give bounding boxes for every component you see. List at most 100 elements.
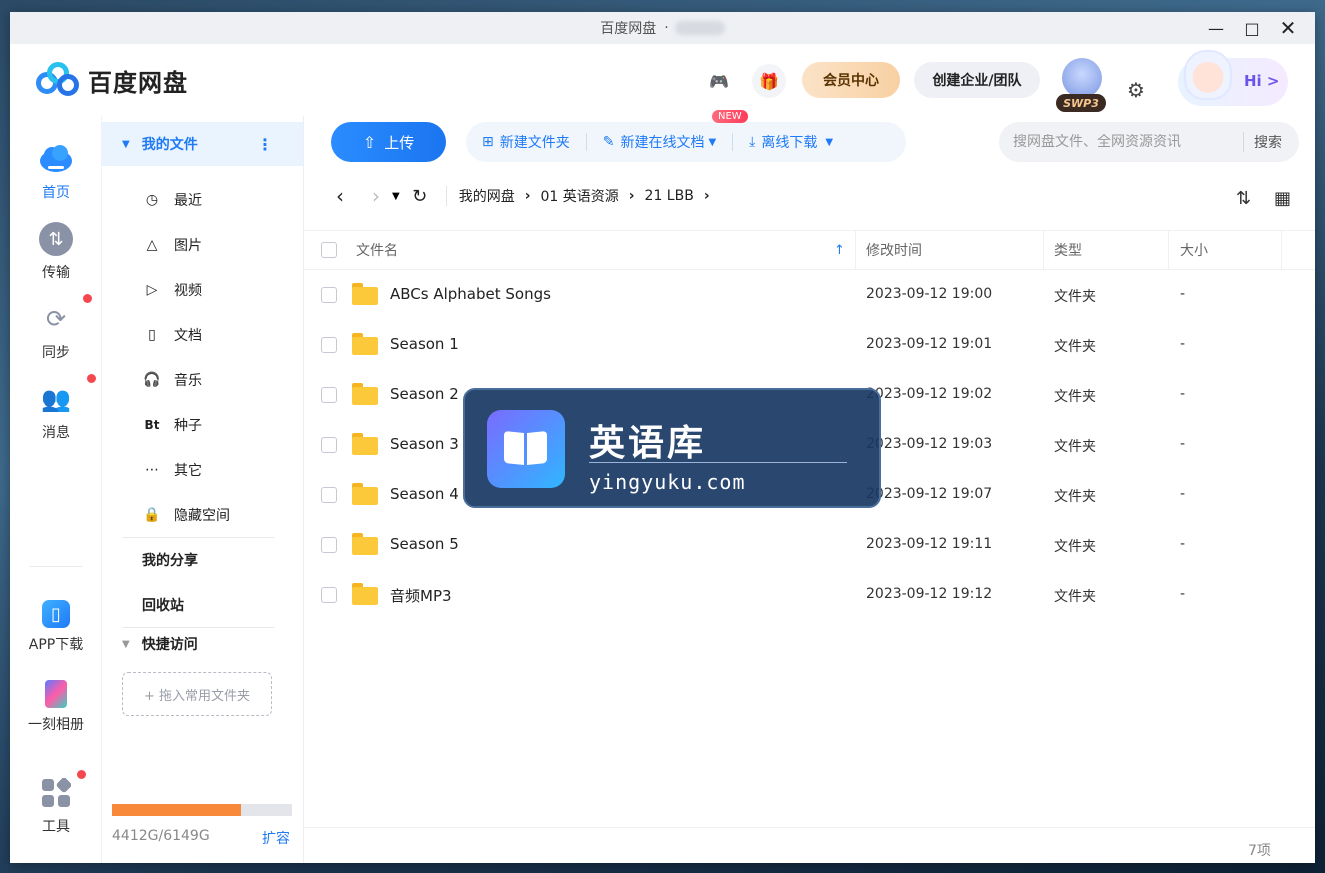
column-name[interactable]: 文件名 [356,231,398,269]
row-checkbox[interactable] [321,437,337,453]
quick-access-header[interactable]: ▼ 快捷访问 [122,634,198,654]
back-arrow-icon[interactable]: ‹ [326,184,354,208]
nav-item-recent[interactable]: ◷ 最近 [142,177,202,222]
chevron-right-icon: › [703,188,710,204]
more-icon: ⋯ [145,461,159,478]
row-checkbox[interactable] [321,587,337,603]
nav-item-documents[interactable]: ▯ 文档 [142,312,202,357]
window-title: 百度网盘 [600,21,657,37]
expand-storage-link[interactable]: 扩容 [262,828,290,848]
rail-label-app-download: APP下载 [28,637,84,653]
watermark-divider [589,462,847,463]
rail-item-app-download[interactable]: ▯ APP下载 [10,600,102,654]
file-name[interactable]: 音频MP3 [390,585,452,606]
table-row[interactable]: 音频MP3 2023-09-12 19:12 文件夹 - [304,570,1315,620]
nav-item-other[interactable]: ⋯ 其它 [142,447,202,492]
hi-assistant-button[interactable]: Hi > [1178,50,1288,106]
rail-item-message[interactable]: 👥 消息 [10,374,102,442]
rail-item-transfer[interactable]: ⇅ 传输 [10,222,102,282]
history-dropdown-icon[interactable]: ▼ [392,191,400,202]
nav-item-hidden-space[interactable]: 🔒 隐藏空间 [142,492,230,537]
search-input[interactable] [1013,134,1243,150]
rail-item-sync[interactable]: ⟳ 同步 [10,294,102,362]
rail-item-album[interactable]: 一刻相册 [10,680,102,734]
file-name[interactable]: Season 1 [390,335,459,353]
search-divider [1243,132,1244,152]
rail-item-tools[interactable]: 工具 [10,770,102,836]
file-name[interactable]: ABCs Alphabet Songs [390,285,551,303]
row-checkbox[interactable] [321,337,337,353]
avatar[interactable] [1062,58,1102,98]
nav-item-label: 隐藏空间 [174,507,230,524]
chevron-right-icon: › [628,188,635,204]
select-all-checkbox[interactable] [321,231,337,269]
rail-label-home: 首页 [42,185,70,201]
row-checkbox[interactable] [321,287,337,303]
logo[interactable]: 百度网盘 [36,62,188,98]
sort-asc-icon[interactable]: ↑ [834,231,845,269]
grid-view-icon[interactable]: ▦ [1274,188,1291,209]
breadcrumb-item[interactable]: 01 英语资源 [540,186,618,206]
new-online-doc-button[interactable]: ✎ 新建在线文档 ▼ [587,122,732,162]
breadcrumb-item[interactable]: 21 LBB [645,188,694,204]
notification-dot [87,374,96,383]
row-checkbox[interactable] [321,387,337,403]
caret-down-icon: ▼ [708,136,717,148]
rail-item-home[interactable]: 首页 [10,142,102,202]
file-size: - [1180,386,1186,402]
nav-recycle-bin[interactable]: 回收站 [142,582,184,627]
torrent-icon: Bt [144,417,160,432]
table-row[interactable]: ABCs Alphabet Songs 2023-09-12 19:00 文件夹 - [304,270,1315,320]
toolbar: ⊞ 新建文件夹 ✎ 新建在线文档 ▼ ⤓ 离线下载 ▼ [466,122,906,162]
search-button[interactable]: 搜索 [1254,132,1282,152]
nav-item-torrents[interactable]: Bt 种子 [142,402,202,447]
column-size[interactable]: 大小 [1180,231,1208,269]
column-divider [855,231,856,269]
create-enterprise-button[interactable]: 创建企业/团队 [914,62,1040,98]
play-icon: ▷ [146,281,158,298]
nav-item-images[interactable]: △ 图片 [142,222,202,267]
file-type: 文件夹 [1054,339,1096,355]
game-icon[interactable]: 🎮 [702,64,736,98]
file-size: - [1180,336,1186,352]
table-row[interactable]: Season 5 2023-09-12 19:11 文件夹 - [304,520,1315,570]
sort-icon[interactable]: ⇅ [1236,188,1251,209]
search-box: 搜索 [999,122,1299,162]
file-name[interactable]: Season 2 [390,385,459,403]
nav-item-music[interactable]: 🎧 音乐 [142,357,202,402]
breadcrumb-item[interactable]: 我的网盘 [459,186,515,206]
minimize-button[interactable]: — [1198,12,1234,44]
file-name[interactable]: Season 5 [390,535,459,553]
rail-label-message: 消息 [42,425,70,441]
vip-center-button[interactable]: 会员中心 [802,62,900,98]
file-name[interactable]: Season 4 [390,485,459,503]
nav-my-share[interactable]: 我的分享 [142,537,198,582]
new-folder-button[interactable]: ⊞ 新建文件夹 [466,122,586,162]
album-icon [45,680,67,708]
folder-icon [352,383,378,405]
offline-download-label: 离线下载 [761,135,818,151]
gift-icon[interactable]: 🎁 [752,64,786,98]
row-checkbox[interactable] [321,487,337,503]
close-button[interactable]: ✕ [1270,12,1306,44]
new-folder-label: 新建文件夹 [499,135,570,151]
maximize-button[interactable]: □ [1234,12,1270,44]
gear-icon[interactable]: ⚙ [1124,78,1148,102]
column-type[interactable]: 类型 [1054,231,1082,269]
refresh-icon[interactable]: ↻ [406,186,434,207]
column-modified-time[interactable]: 修改时间 [866,231,922,269]
logo-text: 百度网盘 [88,68,188,97]
drop-folder-zone[interactable]: + 拖入常用文件夹 [122,672,272,716]
file-size: - [1180,586,1186,602]
nav-my-files[interactable]: ▼ 我的文件 ⋮ [102,122,303,166]
file-name[interactable]: Season 3 [390,435,459,453]
breadcrumb-divider [445,186,447,206]
more-vertical-icon[interactable]: ⋮ [257,135,273,154]
table-row[interactable]: Season 1 2023-09-12 19:01 文件夹 - [304,320,1315,370]
offline-download-button[interactable]: ⤓ 离线下载 ▼ [733,122,849,162]
forward-arrow-icon[interactable]: › [362,184,390,208]
upload-button[interactable]: ⇧ 上传 [331,122,446,162]
nav-item-videos[interactable]: ▷ 视频 [142,267,202,312]
row-checkbox[interactable] [321,537,337,553]
folder-icon [352,283,378,305]
